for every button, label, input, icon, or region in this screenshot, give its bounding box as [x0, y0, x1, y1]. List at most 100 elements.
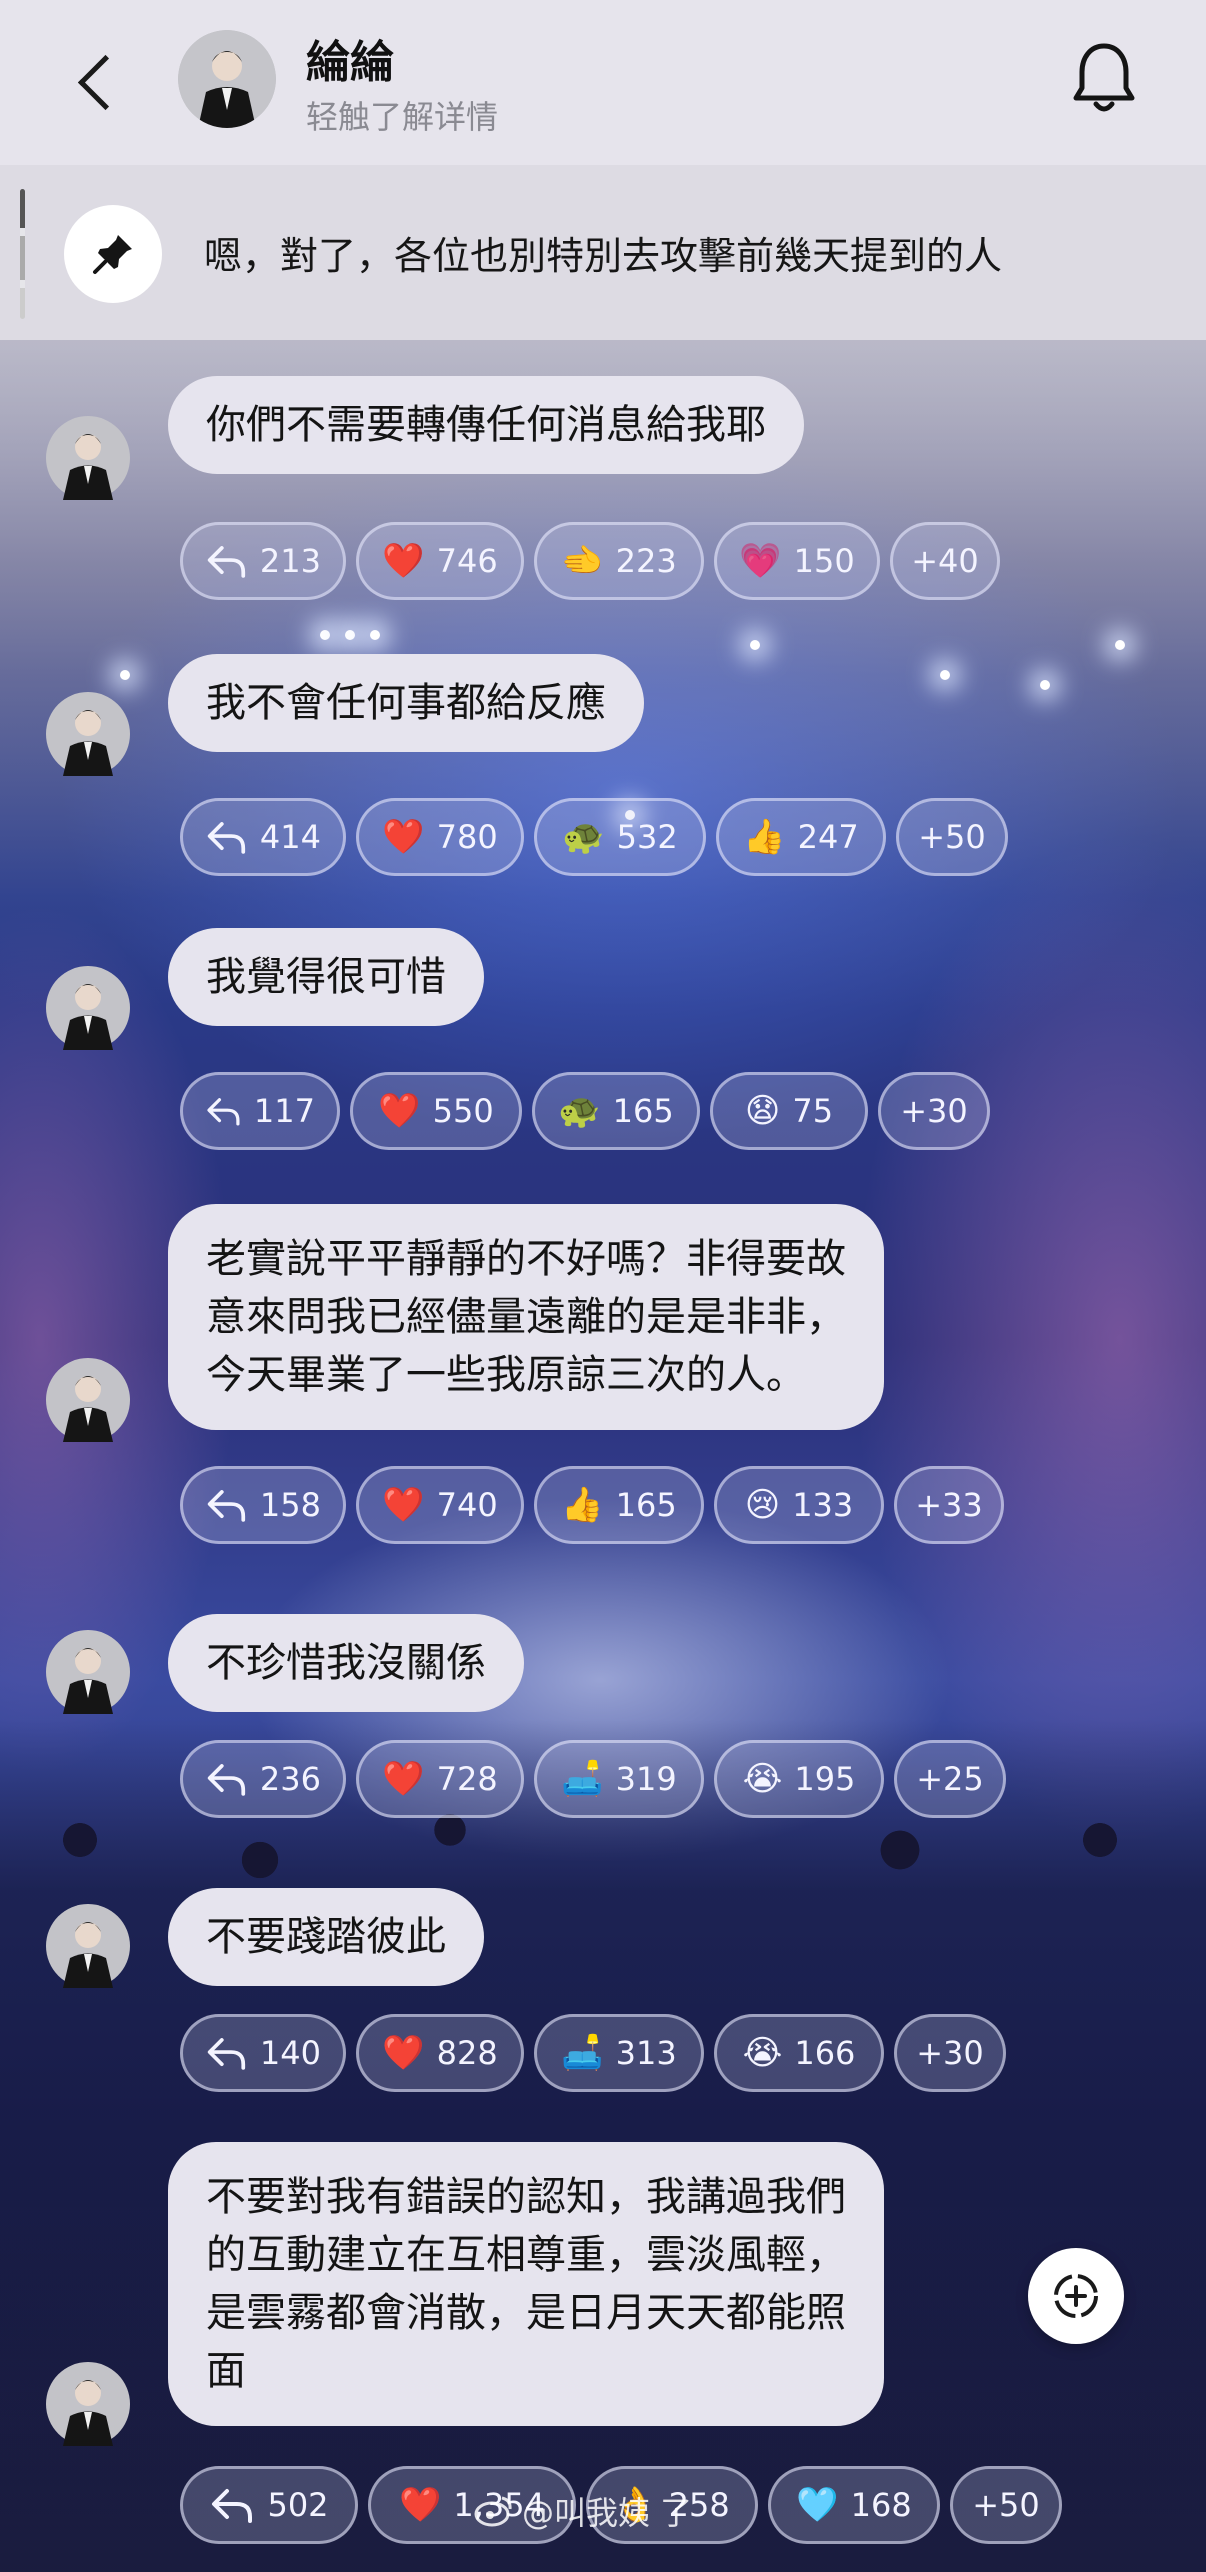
- message-bubble[interactable]: 老實說平平靜靜的不好嗎？非得要故 意來問我已經儘量遠離的是是非非， 今天畢業了一些我…: [168, 1204, 884, 1430]
- message-bubble[interactable]: 我不會任何事都給反應: [168, 654, 644, 752]
- reaction-count: 168: [850, 2486, 912, 2524]
- message-line: 面: [206, 2348, 246, 2394]
- more-reactions-chip[interactable]: +50: [896, 798, 1008, 876]
- reaction-row: 236 ❤️ 728 🛋️ 319 😭 195 +25: [180, 1740, 1006, 1818]
- more-reactions-chip[interactable]: +40: [890, 522, 1000, 600]
- reaction-chip[interactable]: 😧 75: [710, 1072, 868, 1150]
- reply-arrow-icon: [207, 2038, 246, 2070]
- reaction-emoji-icon: ❤️: [382, 1485, 425, 1525]
- reaction-count: 728: [436, 1760, 498, 1798]
- sender-avatar[interactable]: [46, 2362, 130, 2446]
- reaction-count: 550: [432, 1092, 494, 1130]
- reaction-row: 140 ❤️ 828 🛋️ 313 😭 166 +30: [180, 2014, 1006, 2092]
- message-bubble[interactable]: 不要踐踏彼此: [168, 1888, 484, 1986]
- reaction-chip[interactable]: 🛋️ 319: [534, 1740, 704, 1818]
- stage-light: [750, 640, 760, 650]
- stage-light: [320, 630, 330, 640]
- reaction-chip[interactable]: ❤️ 780: [356, 798, 524, 876]
- reaction-emoji-icon: 😧: [744, 1091, 781, 1131]
- reply-arrow-icon: [207, 1764, 246, 1796]
- reaction-chip[interactable]: 👍 165: [534, 1466, 704, 1544]
- message-bubble[interactable]: 不珍惜我沒關係: [168, 1614, 524, 1712]
- reaction-chip[interactable]: 🩵 168: [768, 2466, 940, 2544]
- add-circle-icon: [1054, 2274, 1098, 2318]
- reply-count: 414: [259, 818, 321, 856]
- reply-arrow-icon: [207, 1490, 246, 1522]
- reply-count-chip[interactable]: 117: [180, 1072, 340, 1150]
- message-bubble[interactable]: 不要對我有錯誤的認知，我講過我們 的互動建立在互相尊重，雲淡風輕， 是雲霧都會消散，…: [168, 2142, 884, 2426]
- reaction-chip[interactable]: 👍 247: [716, 798, 886, 876]
- reply-count-chip[interactable]: 140: [180, 2014, 346, 2092]
- stage-light: [940, 670, 950, 680]
- reaction-chip[interactable]: ❤️ 828: [356, 2014, 524, 2092]
- reaction-chip[interactable]: 😭 166: [714, 2014, 884, 2092]
- reaction-chip[interactable]: 😭 195: [714, 1740, 884, 1818]
- reaction-count: 319: [615, 1760, 677, 1798]
- reaction-chip[interactable]: 🫲 223: [534, 522, 704, 600]
- reply-arrow-icon: [207, 822, 246, 854]
- reaction-count: 223: [615, 542, 677, 580]
- reaction-count: 532: [616, 818, 678, 856]
- channel-name[interactable]: 綸綸: [306, 26, 394, 90]
- reaction-count: 133: [792, 1486, 854, 1524]
- reply-count-chip[interactable]: 502: [180, 2466, 358, 2544]
- reaction-chip[interactable]: ❤️ 740: [356, 1466, 524, 1544]
- sender-avatar[interactable]: [46, 416, 130, 500]
- reaction-emoji-icon: ❤️: [382, 541, 425, 581]
- reply-count-chip[interactable]: 213: [180, 522, 346, 600]
- reaction-count: 195: [794, 1760, 856, 1798]
- reply-count: 158: [259, 1486, 321, 1524]
- reaction-chip[interactable]: 😢 133: [714, 1466, 884, 1544]
- more-reactions-chip[interactable]: +50: [950, 2466, 1062, 2544]
- reaction-chip[interactable]: ❤️ 550: [350, 1072, 522, 1150]
- add-reaction-button[interactable]: [1028, 2248, 1124, 2344]
- reply-count: 213: [259, 542, 321, 580]
- reaction-emoji-icon: 🐢: [562, 817, 605, 857]
- message-line: 是雲霧都會消散，是日月天天都能照: [206, 2290, 846, 2336]
- sender-avatar[interactable]: [46, 1630, 130, 1714]
- reaction-emoji-icon: 🐢: [558, 1091, 601, 1131]
- more-reactions-chip[interactable]: +30: [894, 2014, 1006, 2092]
- reply-count-chip[interactable]: 236: [180, 1740, 346, 1818]
- bell-icon[interactable]: [1068, 38, 1140, 118]
- chat-header: 綸綸 轻触了解详情: [0, 0, 1206, 165]
- reaction-emoji-icon: 🛋️: [561, 1759, 604, 1799]
- reaction-count: 165: [615, 1486, 677, 1524]
- weibo-watermark: @叫我姨 了: [474, 2488, 692, 2534]
- sender-avatar[interactable]: [46, 1358, 130, 1442]
- message-bubble[interactable]: 我覺得很可惜: [168, 928, 484, 1026]
- reply-count-chip[interactable]: 158: [180, 1466, 346, 1544]
- channel-subtitle[interactable]: 轻触了解详情: [306, 92, 498, 138]
- message-line: 意來問我已經儘量遠離的是是非非，: [206, 1294, 846, 1340]
- reply-count-chip[interactable]: 414: [180, 798, 346, 876]
- reaction-count: 740: [436, 1486, 498, 1524]
- reaction-chip[interactable]: 💗 150: [714, 522, 880, 600]
- message-line: 今天畢業了一些我原諒三次的人。: [206, 1352, 806, 1398]
- pinned-text: 嗯，對了，各位也別特別去攻擊前幾天提到的人: [204, 234, 1003, 278]
- reaction-emoji-icon: 😭: [742, 1759, 783, 1799]
- reaction-emoji-icon: 😢: [744, 1485, 781, 1525]
- back-button[interactable]: [68, 42, 128, 122]
- reaction-count: 166: [794, 2034, 856, 2072]
- reaction-chip[interactable]: ❤️ 746: [356, 522, 524, 600]
- watermark-text: @叫我姨 了: [522, 2494, 693, 2532]
- reaction-chip[interactable]: 🛋️ 313: [534, 2014, 704, 2092]
- sender-avatar[interactable]: [46, 1904, 130, 1988]
- channel-avatar[interactable]: [178, 30, 276, 128]
- reaction-emoji-icon: ❤️: [382, 1759, 425, 1799]
- pinned-message-bar[interactable]: 嗯，對了，各位也別特別去攻擊前幾天提到的人: [0, 165, 1206, 340]
- reaction-row: 414 ❤️ 780 🐢 532 👍 247 +50: [180, 798, 1008, 876]
- reaction-row: 117 ❤️ 550 🐢 165 😧 75 +30: [180, 1072, 990, 1150]
- message-bubble[interactable]: 你們不需要轉傳任何消息給我耶: [168, 376, 804, 474]
- sender-avatar[interactable]: [46, 692, 130, 776]
- sender-avatar[interactable]: [46, 966, 130, 1050]
- reaction-chip[interactable]: 🐢 532: [534, 798, 706, 876]
- reply-count: 117: [253, 1092, 315, 1130]
- reaction-count: 313: [615, 2034, 677, 2072]
- more-reactions-chip[interactable]: +30: [878, 1072, 990, 1150]
- more-reactions-chip[interactable]: +33: [894, 1466, 1004, 1544]
- more-reactions-chip[interactable]: +25: [894, 1740, 1006, 1818]
- reaction-chip[interactable]: 🐢 165: [532, 1072, 700, 1150]
- reaction-chip[interactable]: ❤️ 728: [356, 1740, 524, 1818]
- reaction-count: 780: [436, 818, 498, 856]
